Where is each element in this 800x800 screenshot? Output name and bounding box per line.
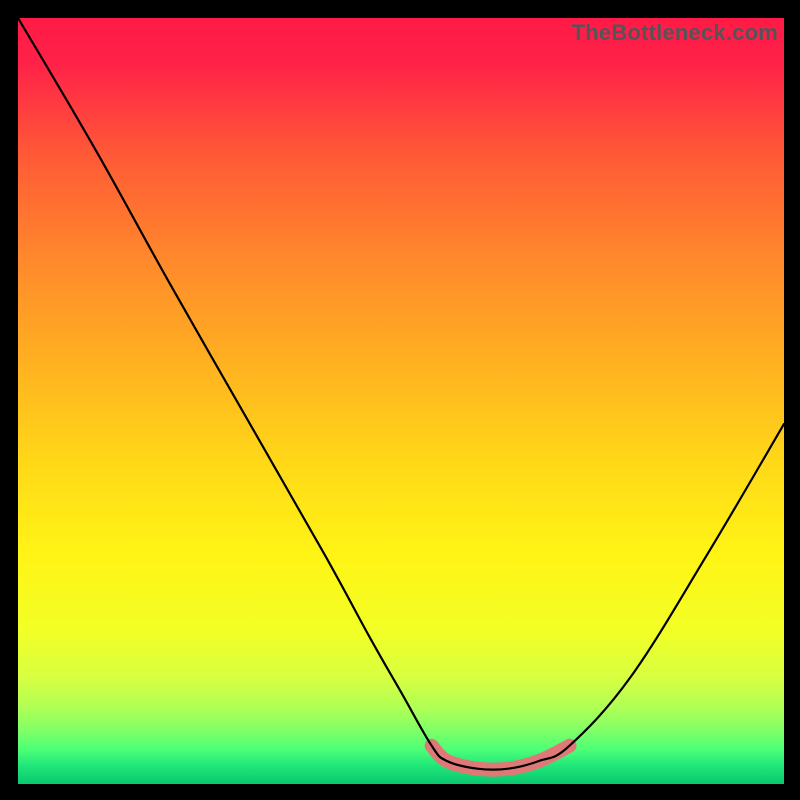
curve-layer [18, 18, 784, 784]
plot-area: TheBottleneck.com [18, 18, 784, 784]
watermark-text: TheBottleneck.com [572, 20, 778, 46]
bottleneck-curve-path [18, 18, 784, 770]
chart-frame: TheBottleneck.com [0, 0, 800, 800]
